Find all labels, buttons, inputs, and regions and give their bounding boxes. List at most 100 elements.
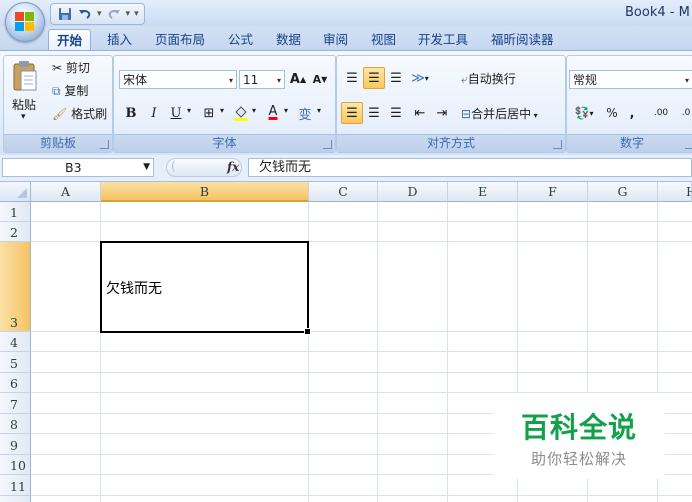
row-header-11[interactable]: 11: [0, 475, 31, 496]
column-header-c[interactable]: C: [309, 182, 378, 202]
font-size-select[interactable]: 11 ▾: [239, 70, 285, 89]
number-launcher-icon[interactable]: [685, 140, 692, 149]
row-header-8[interactable]: 8: [0, 414, 31, 434]
gridline: [31, 351, 692, 352]
copy-button[interactable]: ⧉ 复制: [52, 82, 88, 99]
decrease-decimal-button[interactable]: .0: [675, 102, 692, 124]
paste-icon[interactable]: [12, 60, 38, 92]
font-color-button[interactable]: A: [262, 101, 284, 123]
cell-b3[interactable]: 欠钱而无: [106, 278, 162, 298]
bold-button[interactable]: B: [120, 102, 142, 124]
undo-dropdown-icon[interactable]: ▾: [97, 9, 102, 19]
format-painter-button[interactable]: 🖌 格式刷: [52, 105, 107, 122]
redo-dropdown-icon[interactable]: ▾: [126, 9, 131, 19]
fill-handle[interactable]: [304, 328, 311, 335]
column-header-a[interactable]: A: [31, 182, 101, 202]
paste-dropdown-icon[interactable]: ▾: [21, 112, 26, 122]
merge-center-button[interactable]: ⊟合并后居中 ▾: [461, 105, 538, 122]
shrink-font-button[interactable]: A ▼: [309, 68, 331, 90]
borders-button[interactable]: ⊞: [198, 102, 220, 124]
clipboard-group-label: 剪贴板: [4, 134, 112, 152]
row-header-4[interactable]: 4: [0, 332, 31, 352]
column-header-d[interactable]: D: [378, 182, 448, 202]
column-header-g[interactable]: G: [588, 182, 658, 202]
office-button[interactable]: [5, 2, 45, 42]
tab-home[interactable]: 开始: [48, 29, 92, 51]
align-top-icon: ☰: [346, 70, 358, 86]
decrease-indent-button[interactable]: ⇤: [409, 102, 431, 124]
merge-center-label: 合并后居中: [471, 107, 532, 121]
customize-qat-icon[interactable]: ▾: [134, 9, 139, 19]
row-header-5[interactable]: 5: [0, 352, 31, 373]
accounting-format-button[interactable]: 💱 ▾: [570, 102, 598, 124]
column-header-h[interactable]: H: [658, 182, 692, 202]
orientation-button[interactable]: ≫ ▾: [409, 67, 431, 89]
gridline: [377, 202, 378, 502]
tab-review[interactable]: 审阅: [323, 29, 348, 50]
column-header-f[interactable]: F: [518, 182, 588, 202]
select-all-button[interactable]: [0, 182, 31, 202]
tab-data[interactable]: 数据: [276, 29, 301, 50]
row-header-9[interactable]: 9: [0, 434, 31, 455]
name-box[interactable]: B3 ▼: [2, 158, 154, 177]
paste-button[interactable]: 粘贴: [12, 96, 36, 113]
borders-dropdown-icon[interactable]: ▾: [220, 106, 224, 115]
fill-color-button[interactable]: [230, 102, 252, 124]
align-top-button[interactable]: ☰: [341, 67, 363, 89]
grow-font-button[interactable]: A ▲: [287, 68, 309, 90]
row-header-10[interactable]: 10: [0, 455, 31, 475]
tab-developer[interactable]: 开发工具: [418, 29, 468, 50]
column-header-b[interactable]: B: [101, 182, 309, 202]
cancel-entry-icon[interactable]: (: [171, 159, 176, 173]
tab-foxit-reader[interactable]: 福昕阅读器: [491, 29, 554, 50]
row-header-3[interactable]: 3: [0, 242, 31, 332]
undo-icon[interactable]: [77, 6, 93, 22]
row-header-2[interactable]: 2: [0, 222, 31, 242]
align-right-button[interactable]: ☰: [385, 102, 407, 124]
row-header-7[interactable]: 7: [0, 393, 31, 414]
save-icon[interactable]: [57, 6, 73, 22]
name-box-dropdown-icon[interactable]: ▼: [143, 159, 150, 176]
tab-view[interactable]: 视图: [371, 29, 396, 50]
chevron-down-icon: ▾: [684, 76, 689, 85]
column-header-e[interactable]: E: [448, 182, 518, 202]
number-group-label: 数字: [567, 134, 692, 152]
percent-button[interactable]: %: [603, 102, 621, 124]
row-number: 2: [10, 225, 18, 240]
underline-button[interactable]: U: [165, 102, 187, 124]
font-name-select[interactable]: 宋体 ▾: [119, 70, 237, 89]
format-painter-label: 格式刷: [71, 107, 108, 121]
formula-input[interactable]: 欠钱而无: [248, 158, 692, 177]
font-name-value: 宋体: [123, 73, 148, 87]
align-left-button[interactable]: ☰: [341, 102, 363, 124]
increase-decimal-button[interactable]: .00: [649, 102, 673, 124]
scissors-icon: ✂: [52, 61, 63, 75]
tab-formulas[interactable]: 公式: [228, 29, 253, 50]
align-bottom-button[interactable]: ☰: [385, 67, 407, 89]
chevron-down-icon: ▾: [276, 76, 281, 85]
align-center-button[interactable]: ☰: [363, 102, 385, 124]
phonetic-button[interactable]: 变: [294, 102, 316, 124]
number-format-select[interactable]: 常规 ▾: [569, 70, 692, 89]
tab-insert[interactable]: 插入: [107, 29, 132, 50]
row-header-12[interactable]: [0, 496, 31, 502]
wrap-text-button[interactable]: ⤶自动换行: [461, 70, 516, 87]
redo-icon[interactable]: [106, 6, 122, 22]
clipboard-launcher-icon[interactable]: [100, 140, 109, 149]
fill-color-dropdown-icon[interactable]: ▾: [252, 106, 256, 115]
comma-style-button[interactable]: ,: [625, 102, 639, 124]
tab-page-layout[interactable]: 页面布局: [155, 29, 205, 50]
row-header-1[interactable]: 1: [0, 202, 31, 222]
underline-dropdown-icon[interactable]: ▾: [187, 106, 191, 115]
font-launcher-icon[interactable]: [323, 140, 332, 149]
copy-icon: ⧉: [52, 84, 61, 98]
align-middle-button[interactable]: ☰: [363, 67, 385, 89]
italic-button[interactable]: I: [143, 102, 165, 124]
font-color-dropdown-icon[interactable]: ▾: [284, 106, 288, 115]
cut-button[interactable]: ✂ 剪切: [52, 59, 90, 76]
phonetic-dropdown-icon[interactable]: ▾: [317, 106, 321, 115]
alignment-launcher-icon[interactable]: [553, 140, 562, 149]
row-header-6[interactable]: 6: [0, 373, 31, 393]
insert-function-button[interactable]: fx: [227, 160, 239, 174]
increase-indent-button[interactable]: ⇥: [431, 102, 453, 124]
